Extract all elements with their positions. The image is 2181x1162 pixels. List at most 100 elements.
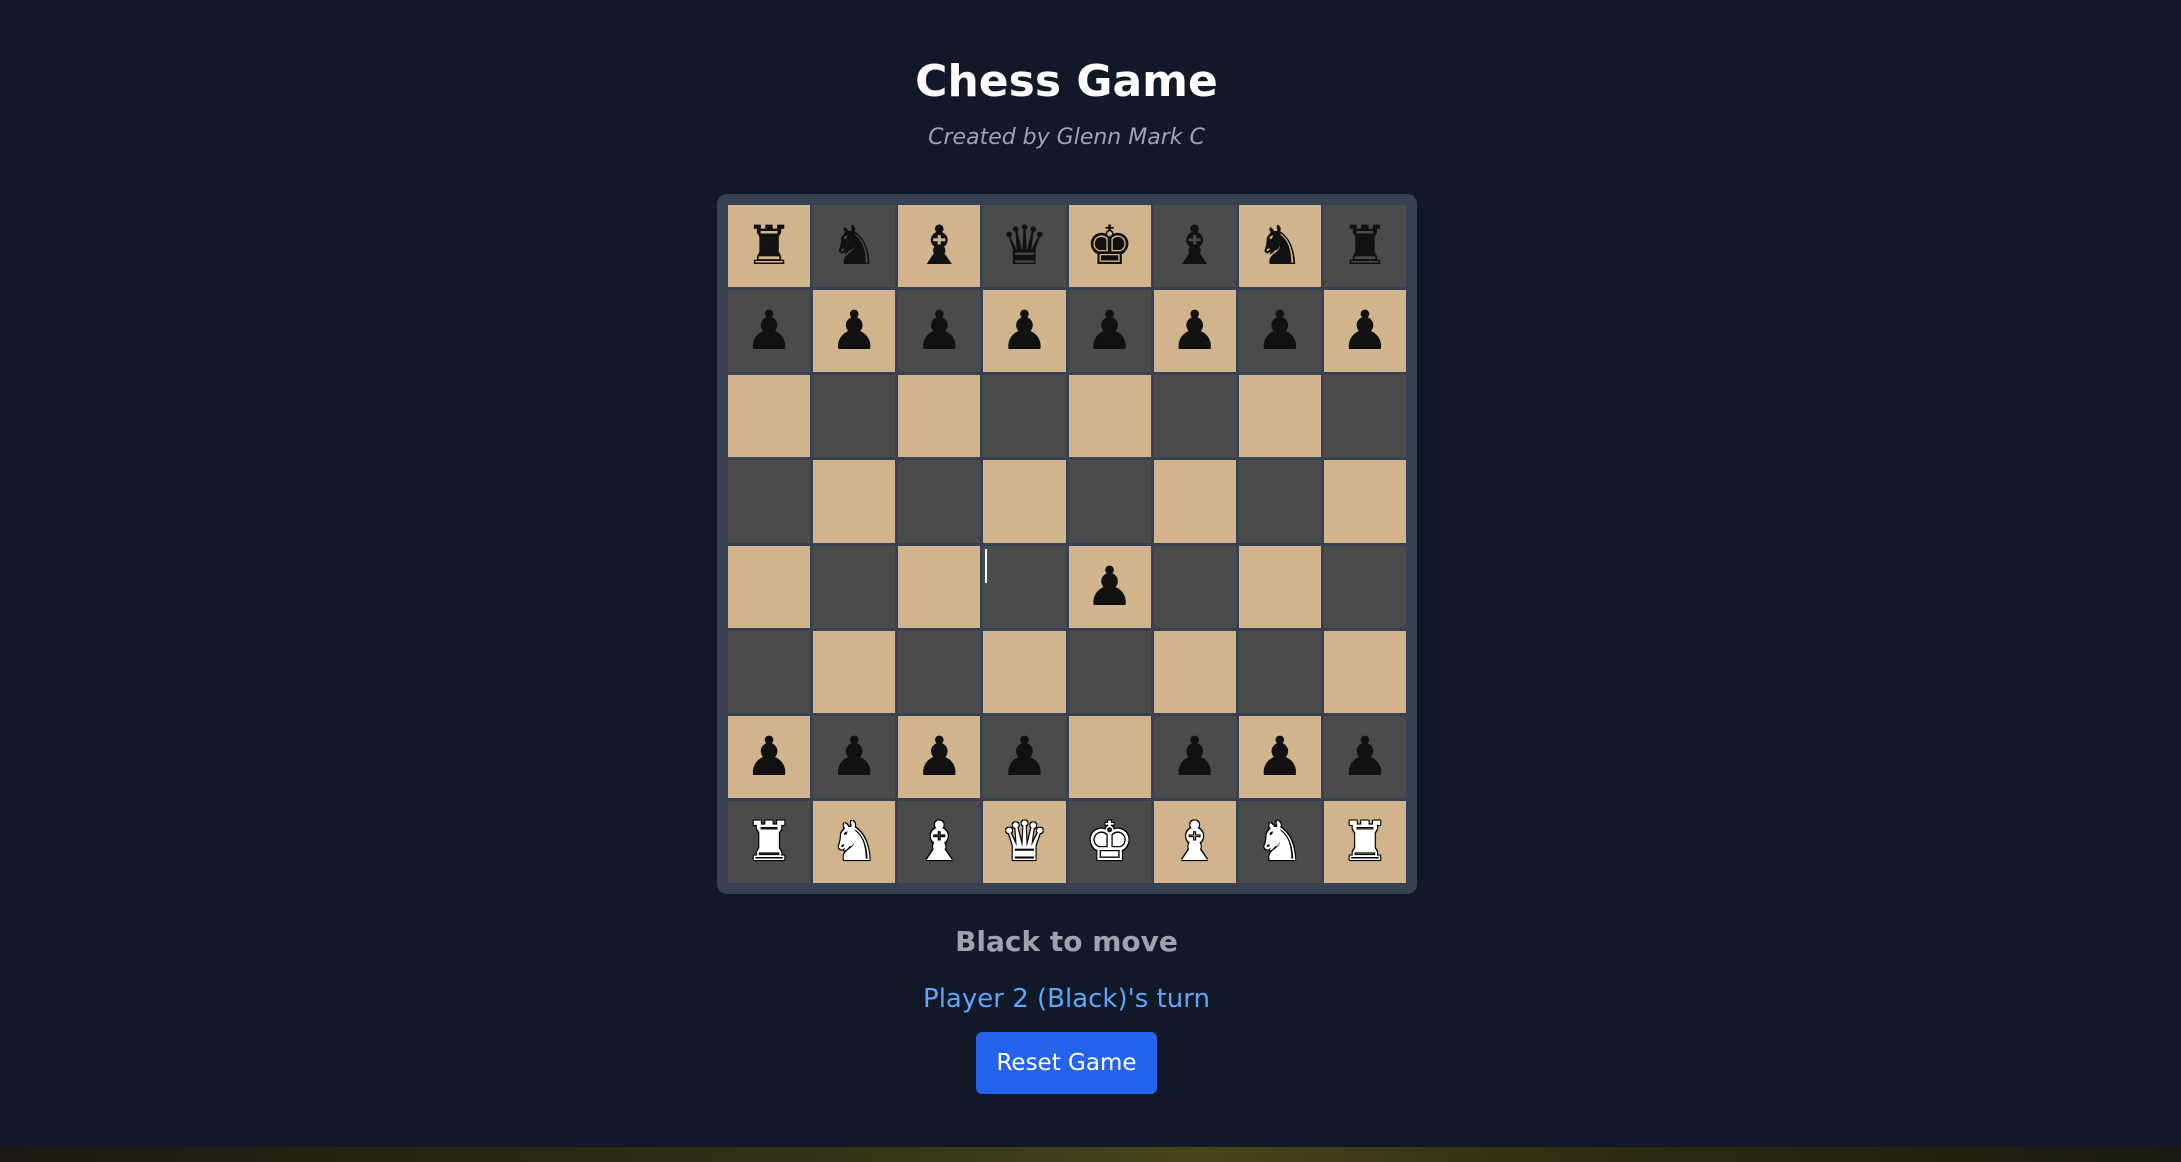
square-c1[interactable]: ♝ — [898, 800, 981, 883]
square-h1[interactable]: ♜ — [1323, 800, 1406, 883]
square-c5[interactable] — [898, 460, 981, 543]
square-b3[interactable] — [813, 630, 896, 713]
square-f6[interactable] — [1153, 375, 1236, 458]
black-pawn-icon[interactable]: ♟ — [1170, 304, 1218, 358]
square-f2[interactable]: ♟ — [1153, 715, 1236, 798]
square-g5[interactable] — [1238, 460, 1321, 543]
square-d5[interactable] — [983, 460, 1066, 543]
square-e1[interactable]: ♚ — [1068, 800, 1151, 883]
white-knight-icon[interactable]: ♞ — [830, 814, 878, 869]
square-e7[interactable]: ♟ — [1068, 290, 1151, 373]
black-pawn-icon[interactable]: ♟ — [1341, 729, 1389, 784]
square-c7[interactable]: ♟ — [898, 290, 981, 373]
square-g7[interactable]: ♟ — [1238, 290, 1321, 373]
black-pawn-icon[interactable]: ♟ — [1256, 729, 1304, 784]
square-d3[interactable] — [983, 630, 1066, 713]
square-g6[interactable] — [1238, 375, 1321, 458]
white-rook-icon[interactable]: ♜ — [745, 814, 793, 869]
square-e4[interactable]: ♟ — [1068, 545, 1151, 628]
square-d4[interactable] — [983, 545, 1066, 628]
page-subtitle: Created by Glenn Mark C — [928, 125, 1205, 150]
square-a7[interactable]: ♟ — [728, 290, 811, 373]
square-e3[interactable] — [1068, 630, 1151, 713]
black-knight-icon[interactable]: ♞ — [830, 219, 878, 273]
square-f7[interactable]: ♟ — [1153, 290, 1236, 373]
square-d2[interactable]: ♟ — [983, 715, 1066, 798]
square-b2[interactable]: ♟ — [813, 715, 896, 798]
square-g1[interactable]: ♞ — [1238, 800, 1321, 883]
square-b5[interactable] — [813, 460, 896, 543]
square-f8[interactable]: ♝ — [1153, 205, 1236, 288]
square-f3[interactable] — [1153, 630, 1236, 713]
black-knight-icon[interactable]: ♞ — [1256, 219, 1304, 273]
black-pawn-icon[interactable]: ♟ — [745, 304, 793, 358]
square-a3[interactable] — [728, 630, 811, 713]
square-h7[interactable]: ♟ — [1323, 290, 1406, 373]
square-a5[interactable] — [728, 460, 811, 543]
square-e5[interactable] — [1068, 460, 1151, 543]
white-queen-icon[interactable]: ♛ — [1000, 814, 1048, 869]
square-b7[interactable]: ♟ — [813, 290, 896, 373]
square-d8[interactable]: ♛ — [983, 205, 1066, 288]
black-bishop-icon[interactable]: ♝ — [1170, 219, 1218, 273]
square-c4[interactable] — [898, 545, 981, 628]
square-e2[interactable] — [1068, 715, 1151, 798]
black-queen-icon[interactable]: ♛ — [1000, 219, 1048, 273]
white-rook-icon[interactable]: ♜ — [1341, 814, 1389, 869]
square-g2[interactable]: ♟ — [1238, 715, 1321, 798]
square-c2[interactable]: ♟ — [898, 715, 981, 798]
black-pawn-icon[interactable]: ♟ — [1170, 729, 1218, 784]
black-pawn-icon[interactable]: ♟ — [915, 304, 963, 358]
square-a2[interactable]: ♟ — [728, 715, 811, 798]
square-d6[interactable] — [983, 375, 1066, 458]
black-pawn-icon[interactable]: ♟ — [1000, 304, 1048, 358]
black-pawn-icon[interactable]: ♟ — [1085, 559, 1133, 614]
square-h4[interactable] — [1323, 545, 1406, 628]
black-pawn-icon[interactable]: ♟ — [830, 729, 878, 784]
square-f4[interactable] — [1153, 545, 1236, 628]
reset-game-button[interactable]: Reset Game — [976, 1032, 1157, 1094]
square-c8[interactable]: ♝ — [898, 205, 981, 288]
square-d7[interactable]: ♟ — [983, 290, 1066, 373]
square-b8[interactable]: ♞ — [813, 205, 896, 288]
black-rook-icon[interactable]: ♜ — [745, 219, 793, 273]
square-a1[interactable]: ♜ — [728, 800, 811, 883]
square-h2[interactable]: ♟ — [1323, 715, 1406, 798]
square-a4[interactable] — [728, 545, 811, 628]
black-pawn-icon[interactable]: ♟ — [1085, 304, 1133, 358]
square-a8[interactable]: ♜ — [728, 205, 811, 288]
white-king-icon[interactable]: ♚ — [1085, 814, 1133, 869]
square-g4[interactable] — [1238, 545, 1321, 628]
black-rook-icon[interactable]: ♜ — [1341, 219, 1389, 273]
square-h8[interactable]: ♜ — [1323, 205, 1406, 288]
white-bishop-icon[interactable]: ♝ — [915, 814, 963, 869]
white-bishop-icon[interactable]: ♝ — [1170, 814, 1218, 869]
square-f1[interactable]: ♝ — [1153, 800, 1236, 883]
square-g8[interactable]: ♞ — [1238, 205, 1321, 288]
square-c6[interactable] — [898, 375, 981, 458]
square-d1[interactable]: ♛ — [983, 800, 1066, 883]
square-c3[interactable] — [898, 630, 981, 713]
square-g3[interactable] — [1238, 630, 1321, 713]
black-pawn-icon[interactable]: ♟ — [830, 304, 878, 358]
chess-board: ♜ ♞ ♝ ♛ ♚ ♝ ♞ ♜ ♟ ♟ ♟ ♟ ♟ ♟ ♟ ♟ ♟ ♟ ♟ ♟ ♟ ♟ ♟ ♟ ♜ ♞ ♝ ♛ ♚ ♝ ♞ ♜ — [728, 205, 1406, 883]
black-pawn-icon[interactable]: ♟ — [1000, 729, 1048, 784]
black-king-icon[interactable]: ♚ — [1085, 219, 1133, 273]
square-f5[interactable] — [1153, 460, 1236, 543]
square-b4[interactable] — [813, 545, 896, 628]
square-a6[interactable] — [728, 375, 811, 458]
black-pawn-icon[interactable]: ♟ — [745, 729, 793, 784]
white-knight-icon[interactable]: ♞ — [1256, 814, 1304, 869]
square-h3[interactable] — [1323, 630, 1406, 713]
square-b1[interactable]: ♞ — [813, 800, 896, 883]
black-pawn-icon[interactable]: ♟ — [915, 729, 963, 784]
square-h6[interactable] — [1323, 375, 1406, 458]
square-b6[interactable] — [813, 375, 896, 458]
black-pawn-icon[interactable]: ♟ — [1341, 304, 1389, 358]
square-e8[interactable]: ♚ — [1068, 205, 1151, 288]
page-title: Chess Game — [915, 56, 1218, 107]
black-pawn-icon[interactable]: ♟ — [1256, 304, 1304, 358]
square-e6[interactable] — [1068, 375, 1151, 458]
black-bishop-icon[interactable]: ♝ — [915, 219, 963, 273]
square-h5[interactable] — [1323, 460, 1406, 543]
